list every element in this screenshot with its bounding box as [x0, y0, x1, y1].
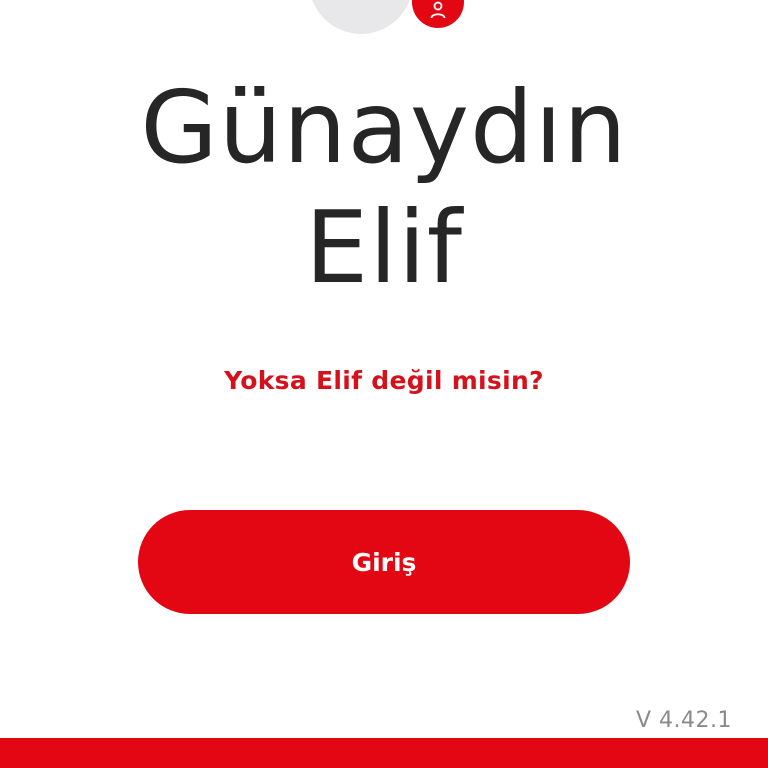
- version-label: V 4.42.1: [635, 708, 732, 733]
- user-name: Elif: [305, 189, 463, 306]
- avatar-badge[interactable]: [412, 0, 464, 28]
- avatar[interactable]: [309, 0, 413, 34]
- not-you-link[interactable]: Yoksa Elif değil misin?: [0, 366, 768, 395]
- login-screen: Günaydın Elif Yoksa Elif değil misin? Gi…: [0, 0, 768, 768]
- bottom-bar: [0, 738, 768, 768]
- user-icon: [429, 0, 447, 23]
- greeting-title: Günaydın: [140, 69, 628, 186]
- login-button-label: Giriş: [351, 547, 417, 577]
- login-button[interactable]: Giriş: [138, 510, 630, 614]
